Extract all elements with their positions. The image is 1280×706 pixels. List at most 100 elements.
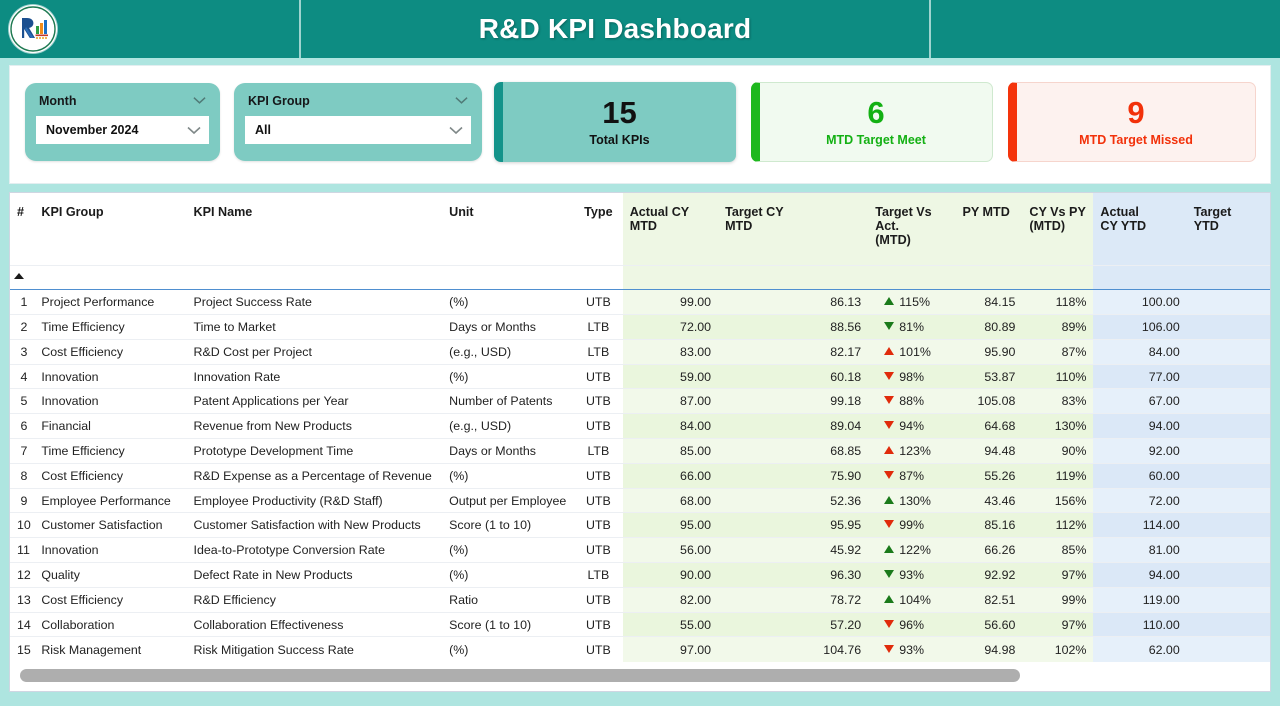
table-row[interactable]: 15 Risk Management Risk Mitigation Success…	[10, 636, 1270, 662]
cell-target-cy-mtd: 60.18	[718, 363, 869, 389]
cell-kpi-name: Patent Applications per Year	[186, 388, 443, 414]
sort-ascending-icon[interactable]	[10, 264, 35, 291]
table-row[interactable]: 9 Employee Performance Employee Productivi…	[10, 487, 1270, 513]
header-left-section	[0, 0, 299, 58]
col-header-type[interactable]: Type	[574, 193, 623, 265]
mtd-target-meet-label: MTD Target Meet	[826, 132, 926, 147]
mtd-target-meet-card[interactable]: 6 MTD Target Meet	[751, 82, 993, 162]
target-vs-act-value: 130%	[899, 493, 931, 508]
cell-actual-cy-ytd: 77.00	[1093, 363, 1187, 389]
triangle-up-icon	[884, 545, 895, 554]
cell-cy-vs-py-mtd: 130%	[1022, 413, 1094, 439]
cell-target-cy-mtd: 78.72	[718, 586, 869, 613]
cell-py-mtd: 80.89	[955, 314, 1023, 340]
cell-py-mtd: 64.68	[955, 413, 1023, 439]
col-header-target-vs-act-mtd[interactable]: Target Vs Act. (MTD)	[868, 193, 956, 265]
triangle-up-icon	[884, 297, 895, 306]
cell-target-ytd	[1186, 413, 1270, 439]
cell-type: UTB	[574, 363, 623, 389]
col-header-actual-cy-mtd[interactable]: Actual CY MTD	[622, 193, 719, 265]
cell-kpi-group: Cost Efficiency	[34, 338, 187, 365]
target-vs-act-value: 81%	[899, 319, 925, 334]
table-row[interactable]: 10 Customer Satisfaction Customer Satisfac…	[10, 512, 1270, 538]
cell-target-vs-act-mtd: 130%	[868, 487, 956, 513]
col-header-target-ytd[interactable]: Target YTD	[1186, 193, 1270, 265]
cell-unit: Output per Employee	[442, 487, 575, 513]
total-kpis-label: Total KPIs	[589, 132, 650, 147]
cell-actual-cy-mtd: 95.00	[622, 512, 719, 538]
col-header-unit[interactable]: Unit	[442, 193, 574, 265]
target-vs-act-value: 93%	[899, 567, 925, 582]
cell-target-cy-mtd: 96.30	[718, 562, 869, 588]
cell-type: UTB	[574, 289, 623, 315]
cell-kpi-group: Time Efficiency	[34, 314, 187, 340]
month-selected-value: November 2024	[46, 123, 139, 137]
cell-py-mtd: 56.60	[955, 611, 1023, 637]
month-slicer[interactable]: Month November 2024	[25, 83, 220, 161]
cell-actual-cy-ytd: 84.00	[1093, 338, 1187, 365]
horizontal-scrollbar-thumb[interactable]	[20, 669, 1020, 682]
cell-cy-vs-py-mtd: 97%	[1022, 611, 1094, 637]
table-row[interactable]: 2 Time Efficiency Time to Market Days or Mo…	[10, 314, 1270, 340]
cell-type: LTB	[574, 338, 623, 365]
cell-index: 15	[10, 636, 35, 662]
cell-unit: Days or Months	[442, 314, 575, 340]
cell-target-vs-act-mtd: 93%	[868, 636, 956, 662]
table-row[interactable]: 3 Cost Efficiency R&D Cost per Project (e.g…	[10, 338, 1270, 365]
cell-py-mtd: 43.46	[955, 487, 1023, 513]
cell-unit: Score (1 to 10)	[442, 611, 575, 637]
table-row[interactable]: 1 Project Performance Project Success Rate…	[10, 289, 1270, 315]
col-header-actual-cy-ytd[interactable]: Actual CY YTD	[1093, 193, 1187, 265]
col-header-kpi-group[interactable]: KPI Group	[34, 193, 186, 265]
mtd-target-missed-card[interactable]: 9 MTD Target Missed	[1008, 82, 1256, 162]
col-header-index[interactable]: #	[10, 193, 34, 265]
kpi-table-head: # KPI Group KPI Name Unit Type Actual CY…	[10, 193, 1270, 291]
col-header-kpi-name[interactable]: KPI Name	[187, 193, 443, 265]
cell-kpi-name: Collaboration Effectiveness	[186, 611, 443, 637]
table-row[interactable]: 5 Innovation Patent Applications per Year N…	[10, 388, 1270, 414]
table-row[interactable]: 4 Innovation Innovation Rate (%) UTB 59.00 60.…	[10, 363, 1270, 389]
kpi-group-slicer[interactable]: KPI Group All	[234, 83, 482, 161]
cell-kpi-name: Defect Rate in New Products	[186, 562, 443, 588]
target-vs-act-value: 104%	[899, 592, 931, 607]
cell-type: UTB	[574, 537, 623, 563]
header-center-section: R&D KPI Dashboard	[299, 0, 931, 58]
target-vs-act-value: 123%	[899, 443, 931, 458]
cell-cy-vs-py-mtd: 102%	[1022, 636, 1094, 662]
cell-target-cy-mtd: 88.56	[718, 314, 869, 340]
cell-type: UTB	[574, 462, 623, 489]
cell-target-vs-act-mtd: 122%	[868, 537, 956, 563]
cell-cy-vs-py-mtd: 118%	[1022, 289, 1094, 315]
table-row[interactable]: 6 Financial Revenue from New Products (e.g.…	[10, 413, 1270, 439]
cell-target-vs-act-mtd: 98%	[868, 363, 956, 389]
table-row[interactable]: 11 Innovation Idea-to-Prototype Conversion…	[10, 537, 1270, 563]
cell-actual-cy-ytd: 72.00	[1093, 487, 1187, 513]
cell-target-cy-mtd: 99.18	[718, 388, 869, 414]
table-row[interactable]: 13 Cost Efficiency R&D Efficiency Ratio UTB 8…	[10, 586, 1270, 613]
table-row[interactable]: 7 Time Efficiency Prototype Development Ti…	[10, 438, 1270, 464]
cell-cy-vs-py-mtd: 85%	[1022, 537, 1094, 563]
cell-kpi-name: R&D Cost per Project	[186, 338, 443, 365]
cell-py-mtd: 53.87	[955, 363, 1023, 389]
total-kpis-card[interactable]: 15 Total KPIs	[494, 82, 736, 162]
cell-type: UTB	[574, 512, 623, 538]
col-header-target-cy-mtd[interactable]: Target CY MTD	[718, 193, 869, 265]
month-select[interactable]: November 2024	[36, 116, 209, 144]
table-row[interactable]: 12 Quality Defect Rate in New Products (%) L…	[10, 562, 1270, 588]
target-vs-act-value: 96%	[899, 617, 925, 632]
col-header-cy-vs-py-mtd[interactable]: CY Vs PY (MTD)	[1022, 193, 1094, 265]
table-row[interactable]: 14 Collaboration Collaboration Effectivene…	[10, 611, 1270, 637]
cell-index: 3	[10, 338, 35, 365]
col-header-py-mtd[interactable]: PY MTD	[955, 193, 1023, 265]
cell-target-cy-mtd: 68.85	[718, 438, 869, 464]
cell-target-ytd	[1186, 338, 1270, 365]
cell-kpi-group: Collaboration	[34, 611, 187, 637]
kpi-group-select[interactable]: All	[245, 116, 471, 144]
cell-actual-cy-mtd: 72.00	[622, 314, 719, 340]
table-row[interactable]: 8 Cost Efficiency R&D Expense as a Percent…	[10, 462, 1270, 489]
total-kpis-value: 15	[602, 95, 637, 131]
chevron-down-icon	[455, 97, 468, 104]
cell-index: 1	[10, 289, 35, 315]
chevron-down-icon	[449, 126, 463, 134]
cell-kpi-group: Innovation	[34, 388, 187, 414]
